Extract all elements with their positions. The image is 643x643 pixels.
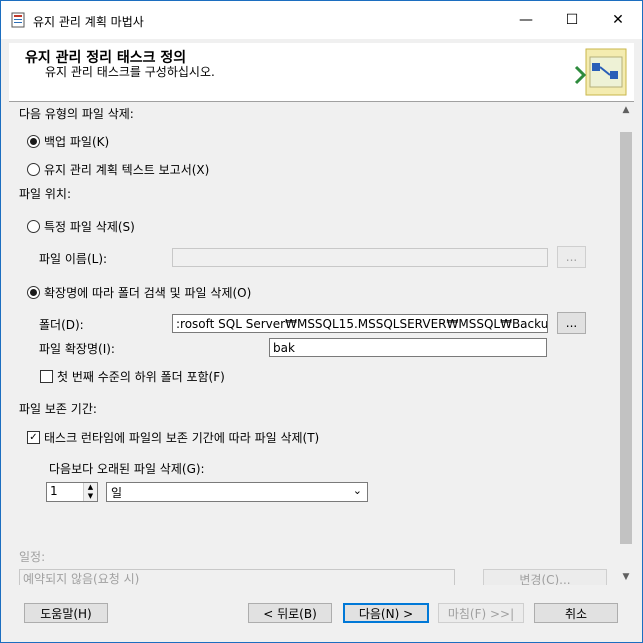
maximize-button[interactable]: ☐: [549, 1, 595, 39]
age-unit-value: 일: [111, 486, 123, 500]
spin-up-icon[interactable]: ▲: [83, 483, 97, 492]
minimize-icon: —: [519, 12, 533, 28]
cancel-button[interactable]: 취소: [534, 603, 618, 623]
file-location-label: 파일 위치:: [19, 187, 72, 201]
extension-label: 파일 확장명(I):: [39, 342, 115, 356]
delete-type-label: 다음 유형의 파일 삭제:: [19, 107, 134, 121]
by-extension-label[interactable]: 확장명에 따라 폴더 검색 및 파일 삭제(O): [44, 284, 251, 301]
maximize-icon: ☐: [565, 12, 579, 28]
file-name-label: 파일 이름(L):: [39, 252, 108, 266]
folder-browse-button[interactable]: ...: [557, 312, 586, 334]
close-icon: ✕: [612, 12, 624, 28]
window-title: 유지 관리 계획 마법사: [33, 15, 144, 29]
scroll-up-icon[interactable]: ▲: [618, 102, 634, 118]
include-subfolders-label[interactable]: 첫 번째 수준의 하위 폴더 포함(F): [57, 368, 225, 385]
title-bar: 유지 관리 계획 마법사 — ☐ ✕: [1, 1, 642, 39]
delete-by-age-label[interactable]: 태스크 런타임에 파일의 보존 기간에 따라 파일 삭제(T): [44, 429, 319, 446]
report-files-radio[interactable]: [27, 163, 40, 176]
button-bar: 도움말(H) < 뒤로(B) 다음(N) > 마침(F) >>| 취소: [1, 593, 642, 642]
extension-input[interactable]: bak: [269, 338, 547, 357]
help-button[interactable]: 도움말(H): [24, 603, 108, 623]
file-name-input[interactable]: [172, 248, 548, 267]
scroll-down-icon[interactable]: ▼: [618, 569, 634, 585]
vertical-scrollbar[interactable]: ▲ ▼: [618, 102, 634, 585]
wizard-window: 유지 관리 계획 마법사 — ☐ ✕ 유지 관리 정리 태스크 정의 유지 관리…: [0, 0, 643, 643]
schedule-value: 예약되지 않음(요청 시): [19, 569, 455, 585]
back-button[interactable]: < 뒤로(B): [248, 603, 332, 623]
backup-files-radio[interactable]: [27, 135, 40, 148]
settings-panel: 다음 유형의 파일 삭제: 백업 파일(K) 유지 관리 계획 텍스트 보고서(…: [9, 102, 618, 585]
age-unit-select[interactable]: 일 ⌄: [106, 482, 368, 502]
change-schedule-button[interactable]: 변경(C)...: [483, 569, 607, 585]
specific-file-label[interactable]: 특정 파일 삭제(S): [44, 218, 135, 235]
minimize-button[interactable]: —: [503, 1, 549, 39]
page-subtitle: 유지 관리 태스크를 구성하십시오.: [45, 65, 215, 79]
file-name-browse-button[interactable]: ...: [557, 246, 586, 268]
include-subfolders-checkbox[interactable]: [40, 370, 53, 383]
wizard-header: 유지 관리 정리 태스크 정의 유지 관리 태스크를 구성하십시오.: [9, 43, 634, 102]
age-number-spinner[interactable]: 1 ▲ ▼: [46, 482, 98, 502]
spin-down-icon[interactable]: ▼: [83, 492, 97, 501]
backup-files-label[interactable]: 백업 파일(K): [44, 133, 109, 150]
delete-by-age-checkbox[interactable]: ✓: [27, 431, 40, 444]
age-number-value: 1: [50, 484, 58, 498]
by-extension-radio[interactable]: [27, 286, 40, 299]
wizard-icon: [574, 48, 627, 96]
folder-label: 폴더(D):: [39, 318, 84, 332]
report-files-label[interactable]: 유지 관리 계획 텍스트 보고서(X): [44, 161, 209, 178]
specific-file-radio[interactable]: [27, 220, 40, 233]
folder-input[interactable]: :rosoft SQL Server₩MSSQL15.MSSQLSERVER₩M…: [172, 314, 548, 333]
file-age-label: 파일 보존 기간:: [19, 402, 97, 416]
app-icon: [11, 12, 25, 28]
close-button[interactable]: ✕: [595, 1, 641, 39]
schedule-label: 일정:: [19, 550, 46, 564]
finish-button[interactable]: 마침(F) >>|: [438, 603, 524, 623]
scrollbar-thumb[interactable]: [620, 132, 632, 544]
older-than-label: 다음보다 오래된 파일 삭제(G):: [49, 462, 205, 476]
next-button[interactable]: 다음(N) >: [343, 603, 429, 623]
chevron-down-icon: ⌄: [352, 484, 362, 497]
